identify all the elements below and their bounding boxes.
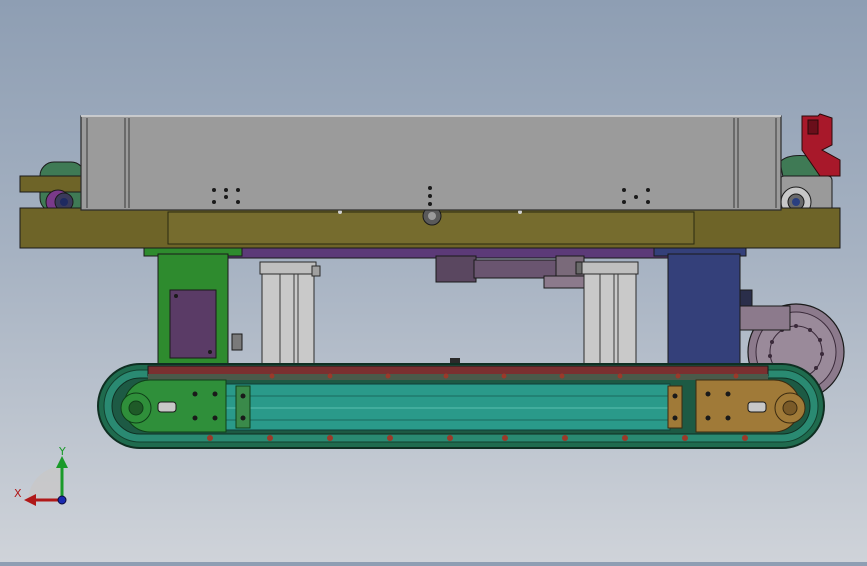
cad-model-svg: Y X [14, 113, 845, 506]
drive-motor[interactable] [435, 255, 587, 289]
lift-cylinder-left[interactable] [259, 261, 321, 367]
left-support-column[interactable] [143, 247, 243, 371]
base-plate[interactable] [19, 206, 841, 249]
cad-viewport[interactable]: Y X [0, 0, 867, 562]
x-axis-label: X [14, 487, 22, 500]
left-roller-assembly[interactable] [19, 161, 86, 215]
lift-cylinder-right[interactable] [581, 261, 639, 367]
track-rail[interactable] [225, 383, 671, 431]
axis-triad-icon: Y X [14, 445, 68, 506]
y-axis-label: Y [58, 445, 66, 458]
track-top-chain [147, 365, 769, 380]
right-support-column[interactable] [653, 247, 753, 371]
enclosure-box[interactable] [80, 115, 782, 211]
sensor-block [231, 333, 243, 351]
